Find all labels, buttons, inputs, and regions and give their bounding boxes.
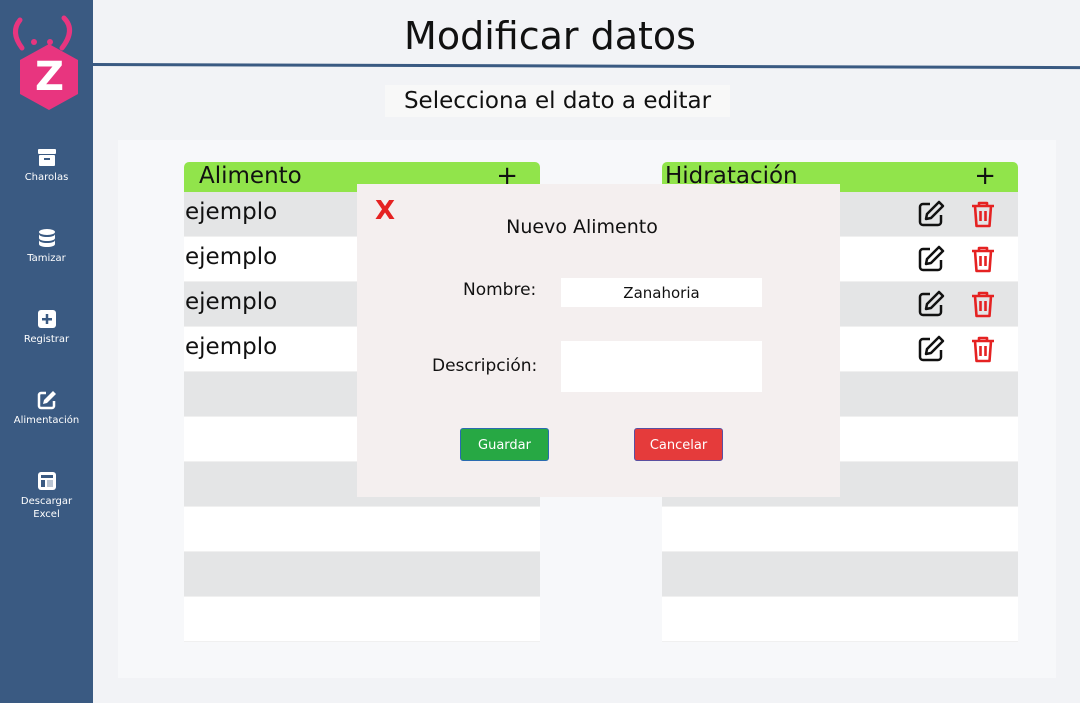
modal-title: Nuevo Alimento <box>506 216 658 238</box>
plus-square-icon <box>37 310 56 328</box>
page-subtitle: Selecciona el dato a editar <box>385 85 730 117</box>
empty-row <box>184 507 540 552</box>
empty-row <box>184 597 540 642</box>
name-label: Nombre: <box>463 280 537 300</box>
trash-icon[interactable] <box>968 244 998 274</box>
row-name: ejemplo <box>185 199 278 225</box>
empty-row <box>662 507 1018 552</box>
title-divider <box>92 63 1080 70</box>
row-name: ejemplo <box>185 244 278 270</box>
row-name: ejemplo <box>185 334 278 360</box>
trash-icon[interactable] <box>968 334 998 364</box>
sidebar-item-charolas[interactable]: Charolas <box>0 146 93 184</box>
table-layout-icon <box>37 472 56 490</box>
sidebar-item-tamizar[interactable]: Tamizar <box>0 227 93 265</box>
edit-icon[interactable] <box>916 334 946 364</box>
edit-icon[interactable] <box>916 199 946 229</box>
page-title: Modificar datos <box>404 14 696 58</box>
cancel-button[interactable]: Cancelar <box>634 428 723 461</box>
empty-row <box>662 597 1018 642</box>
sidebar-item-label: Registrar <box>23 334 70 345</box>
trash-icon[interactable] <box>968 289 998 319</box>
database-icon <box>38 229 55 247</box>
sidebar-item-alimentacion[interactable]: Alimentación <box>0 389 93 427</box>
edit-icon[interactable] <box>916 289 946 319</box>
app-logo[interactable]: Z <box>6 14 80 110</box>
edit-square-icon <box>37 391 56 410</box>
name-field[interactable] <box>561 278 762 307</box>
sidebar-item-label: Charolas <box>24 172 69 183</box>
sidebar-item-descargar-excel[interactable]: Descargar Excel <box>0 470 93 521</box>
logo-letter: Z <box>34 54 64 100</box>
save-button[interactable]: Guardar <box>460 428 549 461</box>
archive-box-icon <box>37 149 56 166</box>
description-label: Descripción: <box>432 356 538 376</box>
empty-row <box>662 552 1018 597</box>
sidebar-item-label: Alimentación <box>13 415 80 426</box>
add-hidratacion-button[interactable]: + <box>974 162 996 190</box>
sidebar-item-label: Tamizar <box>27 253 66 264</box>
description-field[interactable] <box>561 341 762 392</box>
sidebar-item-label: Descargar Excel <box>20 496 73 520</box>
edit-icon[interactable] <box>916 244 946 274</box>
new-food-modal: X Nuevo Alimento Nombre: Descripción: Gu… <box>357 184 840 497</box>
table-header-label: Alimento <box>199 163 302 189</box>
empty-row <box>184 552 540 597</box>
row-name: ejemplo <box>185 289 278 315</box>
sidebar: Z Charolas Tamizar Registrar Alimentació… <box>0 0 93 703</box>
trash-icon[interactable] <box>968 199 998 229</box>
sidebar-item-registrar[interactable]: Registrar <box>0 308 93 346</box>
